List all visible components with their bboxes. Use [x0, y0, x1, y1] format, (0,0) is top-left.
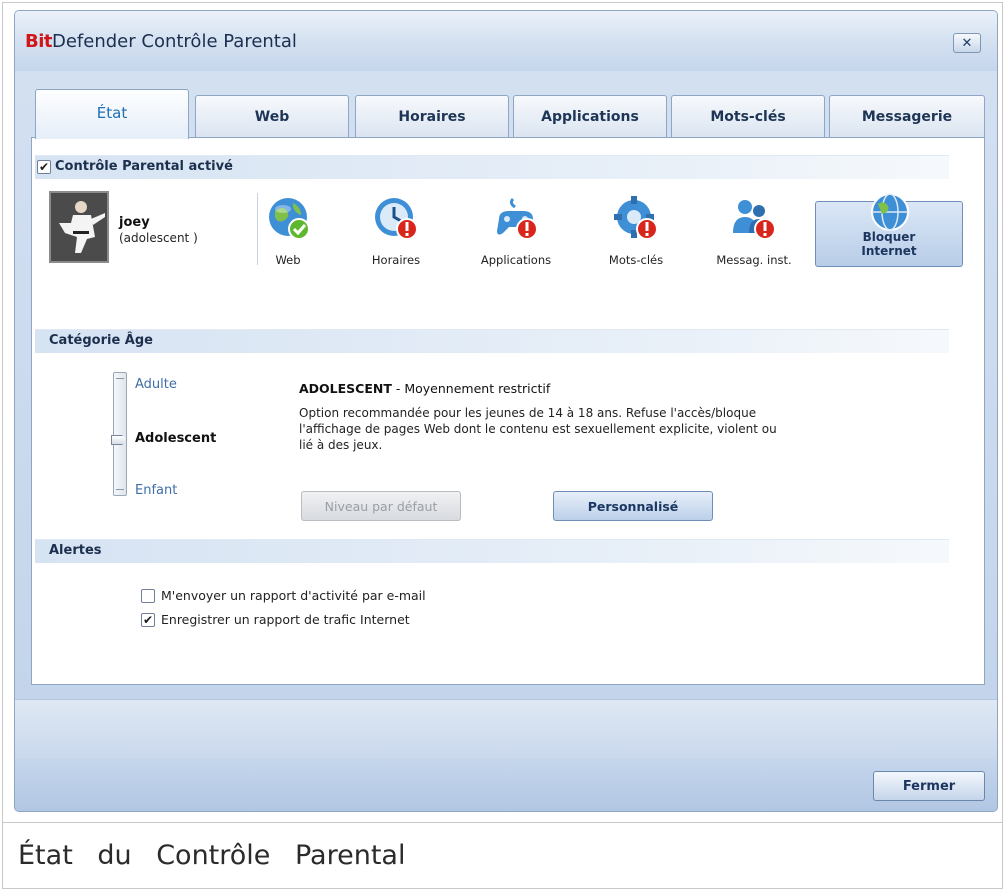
tab-mots-cles[interactable]: Mots-clés [671, 95, 825, 137]
parental-control-label: Contrôle Parental activé [55, 159, 233, 174]
user-name: joey [119, 215, 150, 230]
button-bar [15, 759, 997, 811]
parental-control-section: ✔ Contrôle Parental activé [35, 155, 949, 179]
age-level-name: ADOLESCENT [299, 381, 392, 396]
tab-label: Applications [541, 108, 639, 125]
tab-horaires[interactable]: Horaires [355, 95, 509, 137]
brand-prefix: Bit [25, 31, 53, 52]
age-description: Option recommandée pour les jeunes de 14… [299, 406, 777, 452]
block-internet-label: Bloquer Internet [816, 230, 962, 258]
level-adult[interactable]: Adulte [135, 377, 177, 392]
traffic-report-label: Enregistrer un rapport de trafic Interne… [161, 612, 410, 627]
globe-icon [871, 193, 909, 231]
tab-applications[interactable]: Applications [513, 95, 667, 137]
clock-warning-icon [375, 198, 418, 240]
avatar[interactable] [49, 191, 109, 263]
age-category-section: Catégorie Âge [35, 329, 949, 353]
close-button[interactable]: Fermer [873, 771, 985, 801]
custom-level-button[interactable]: Personnalisé [553, 491, 713, 521]
traffic-report-checkbox[interactable]: ✔ [141, 613, 155, 627]
parental-control-checkbox[interactable]: ✔ [37, 160, 51, 174]
user-role: (adolescent ) [119, 231, 198, 245]
tab-messagerie[interactable]: Messagerie [829, 95, 985, 137]
figure-caption: État du Contrôle Parental [18, 840, 406, 871]
email-report-label: M'envoyer un rapport d'activité par e-ma… [161, 588, 426, 603]
age-slider[interactable] [113, 372, 127, 496]
default-level-button[interactable]: Niveau par défaut [301, 491, 461, 521]
avatar-image [51, 193, 107, 261]
feature-label: Messag. inst. [716, 253, 792, 267]
feature-label: Applications [480, 253, 552, 267]
block-internet-button[interactable]: Bloquer Internet [815, 193, 963, 267]
level-teen[interactable]: Adolescent [135, 431, 216, 446]
email-report-checkbox[interactable] [141, 589, 155, 603]
close-icon: ✕ [961, 35, 973, 51]
gear-warning-icon [614, 196, 658, 240]
alerts-label: Alertes [49, 543, 102, 558]
slider-tick [116, 378, 124, 379]
feature-label: Web [275, 253, 301, 267]
feature-web[interactable]: Web [233, 193, 343, 273]
caption-divider [2, 822, 1003, 823]
tab-web[interactable]: Web [195, 95, 349, 137]
feature-mots-cles[interactable]: Mots-clés [581, 193, 691, 273]
feature-horaires[interactable]: Horaires [341, 193, 451, 273]
feature-label: Mots-clés [608, 253, 664, 267]
tab-label: Web [254, 108, 290, 125]
tab-label: État [96, 104, 128, 122]
block-internet-line1: Bloquer [862, 230, 916, 244]
tab-label: Mots-clés [710, 108, 786, 125]
globe-check-icon [269, 198, 310, 240]
close-window-button[interactable]: ✕ [953, 33, 981, 53]
title-bar: BitDefender Contrôle Parental ✕ [15, 11, 997, 71]
tab-etat[interactable]: État [35, 89, 189, 139]
gamepad-warning-icon [497, 197, 538, 240]
feature-applications[interactable]: Applications [461, 193, 571, 273]
age-level-restriction: - Moyennement restrictif [391, 381, 551, 396]
slider-tick [116, 489, 124, 490]
users-warning-icon [733, 200, 776, 240]
bitdefender-window: BitDefender Contrôle Parental ✕ État Web… [14, 10, 998, 812]
alerts-section: Alertes [35, 539, 949, 563]
window-title-text: Defender Contrôle Parental [52, 31, 297, 52]
feature-label: Horaires [371, 253, 421, 267]
window-title: BitDefender Contrôle Parental [25, 31, 297, 52]
age-category-label: Catégorie Âge [49, 333, 153, 348]
block-internet-line2: Internet [861, 244, 917, 258]
age-description-title: ADOLESCENT - Moyennement restrictif [299, 381, 550, 396]
tab-label: Horaires [398, 108, 466, 125]
tab-label: Messagerie [861, 108, 953, 125]
footer-area [15, 699, 997, 760]
feature-messagerie[interactable]: Messag. inst. [699, 193, 809, 273]
level-child[interactable]: Enfant [135, 483, 177, 498]
